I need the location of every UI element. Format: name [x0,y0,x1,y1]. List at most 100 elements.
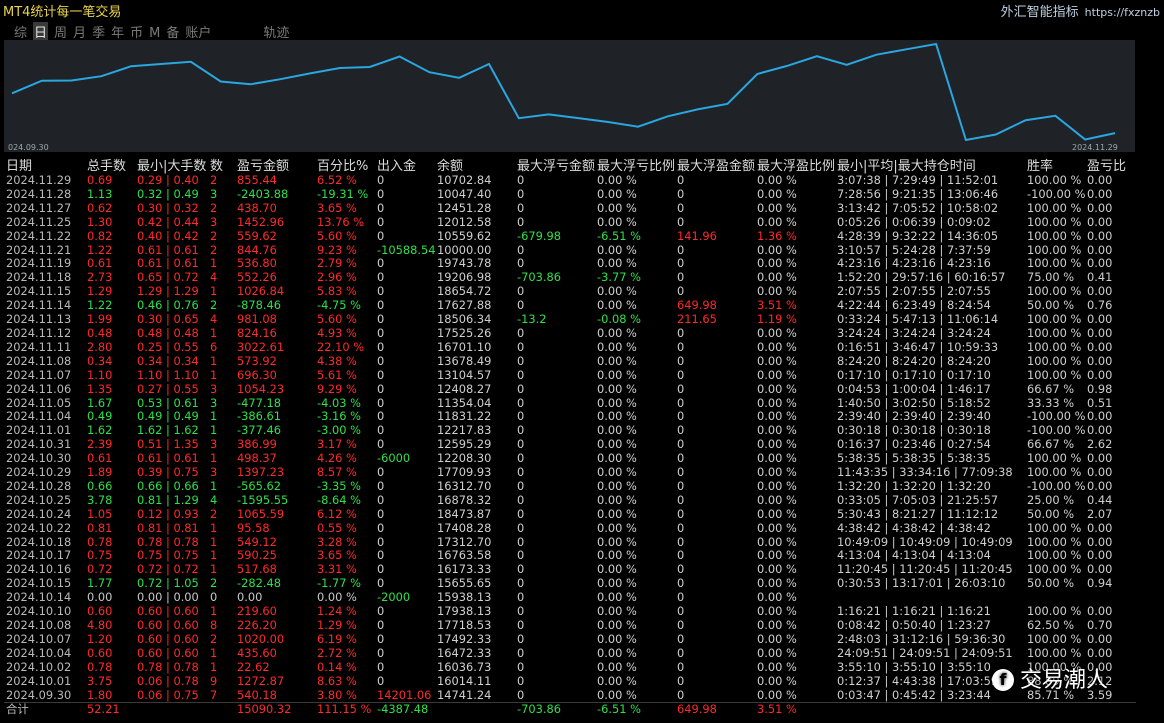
table-row[interactable]: 2024.10.28 0.66 0.66 | 0.66 1 -565.62 -3.35 %… [4,480,1136,494]
brand-label[interactable]: 外汇智能指标 https://fxznzb [1001,1,1160,20]
table-row[interactable]: 2024.10.14 0.00 0.00 | 0.00 0 0.00 0.00 % -200… [4,591,1136,605]
table-row[interactable]: 2024.11.01 1.62 1.62 | 1.62 1 -377.46 -3.00 %… [4,424,1136,438]
cell-n: 4 [210,271,218,285]
table-row[interactable]: 2024.10.10 0.60 0.60 | 0.60 1 219.60 1.24 % 0 1… [4,605,1136,619]
column-header-8[interactable]: 最大浮亏金额 [515,155,595,174]
cell-flow: 0 [377,605,385,619]
table-row[interactable]: 2024.10.24 1.05 0.12 | 0.93 2 1065.59 6.12 % 0… [4,508,1136,522]
column-header-12[interactable]: 最小|平均|最大持仓时间 [835,155,1025,174]
menu-item-9[interactable]: 账户 [185,22,211,41]
cell-flow: 0 [377,340,385,354]
table-row[interactable]: 2024.11.06 1.35 0.27 | 0.55 3 1054.23 9.29 % 0… [4,383,1136,397]
table-row[interactable]: 2024.11.28 1.13 0.32 | 0.49 3 -2403.88 -19.31… [4,188,1136,202]
table-row[interactable]: 2024.11.21 1.22 0.61 | 0.61 2 844.76 9.23 % -1… [4,244,1136,258]
table-row[interactable]: 2024.09.30 1.80 0.06 | 0.75 7 540.18 3.80 % 14… [4,689,1136,703]
cell-bal: 18506.34 [437,313,492,327]
column-header-5[interactable]: 百分比% [315,155,375,174]
column-header-2[interactable]: 最小|大手数 [135,155,208,174]
table-row[interactable]: 2024.10.17 0.75 0.75 | 0.75 1 590.25 3.65 % 0 1… [4,549,1136,563]
table-row[interactable]: 2024.10.25 3.78 0.81 | 1.29 4 -1595.55 -8.64 … [4,494,1136,508]
table-row[interactable]: 2024.10.04 0.60 0.60 | 0.60 1 435.60 2.72 % 0 1… [4,647,1136,661]
table-row[interactable]: 2024.11.25 1.30 0.42 | 0.44 3 1452.96 13.76 %… [4,216,1136,230]
column-header-0[interactable]: 日期 [4,155,85,174]
cell-rr: 0.00 [1087,340,1113,354]
table-header: 日期 总手数 最小|大手数数盈亏金额 百分比% 出入金 余额 最大浮亏金额 最大浮亏比例 最大浮… [4,155,1136,174]
table-row[interactable]: 2024.11.08 0.34 0.34 | 0.34 1 573.92 4.38 % 0 1… [4,355,1136,369]
cell-pct: 4.93 % [317,326,357,340]
cell-rr: 2.07 [1087,507,1113,521]
menu-item-3[interactable]: 月 [73,22,86,41]
cell-lots: 1.67 [87,396,113,410]
table-row[interactable]: 2024.11.14 1.22 0.46 | 0.76 2 -878.46 -4.75 %… [4,299,1136,313]
table-row[interactable]: 2024.11.19 0.61 0.61 | 0.61 1 536.80 2.79 % 0 1… [4,257,1136,271]
cell-pl: 559.62 [237,229,277,243]
table-row[interactable]: 2024.11.29 0.69 0.29 | 0.40 2 855.44 6.52 % 0 1… [4,174,1136,188]
column-header-1[interactable]: 总手数 [85,155,135,174]
cell-mflp: 0.00 % [597,243,637,257]
cell-time: 2:48:03 | 31:12:16 | 59:36:30 [837,632,1006,646]
cell-lots: 0.78 [87,535,113,549]
menu-item-7[interactable]: M [149,26,160,41]
column-header-10[interactable]: 最大浮盈金额 [675,155,755,174]
table-row[interactable]: 2024.11.27 0.62 0.30 | 0.32 2 438.70 3.65 % 0 1… [4,202,1136,216]
table-row[interactable]: 2024.10.08 4.80 0.60 | 0.60 8 226.20 1.29 % 0 1… [4,619,1136,633]
column-header-6[interactable]: 出入金 [375,155,435,174]
table-row[interactable]: 2024.10.15 1.77 0.72 | 1.05 2 -282.48 -1.77 %… [4,577,1136,591]
cell-mfl: -13.2 [517,313,547,327]
cell-pct: 0.00 % [317,591,357,605]
cell-bal: 14741.24 [437,688,492,702]
cell-lots: 1.10 [87,368,113,382]
table-row[interactable]: 2024.10.18 0.78 0.78 | 0.78 1 549.12 3.28 % 0 1… [4,536,1136,550]
cell-rr: 0.00 [1087,313,1113,327]
cell-win: 100.00 % [1027,243,1082,257]
brand-url[interactable]: https://fxznzb [1085,6,1160,19]
table-row[interactable]: 2024.10.30 0.61 0.61 | 0.61 1 498.37 4.26 % -6… [4,452,1136,466]
table-row[interactable]: 2024.11.12 0.48 0.48 | 0.48 1 824.16 4.93 % 0 1… [4,327,1136,341]
cell-minmax: 0.30 | 0.65 [137,313,199,327]
menu-item-10[interactable]: 轨迹 [263,22,289,41]
menu-item-8[interactable]: 备 [166,22,179,41]
column-header-11[interactable]: 最大浮盈比例 [755,155,835,174]
column-header-7[interactable]: 余额 [435,155,515,174]
menu-item-2[interactable]: 周 [54,22,67,41]
column-header-14[interactable]: 盈亏比 [1085,155,1136,174]
cell-win: 100.00 % [1027,646,1082,660]
table-row[interactable]: 2024.11.15 1.29 1.29 | 1.29 1 1026.84 5.83 % 0… [4,285,1136,299]
column-header-3[interactable]: 数 [208,155,235,174]
table-row[interactable]: 2024.10.29 1.89 0.39 | 0.75 3 1397.23 8.57 % 0… [4,466,1136,480]
table-row[interactable]: 2024.11.04 0.49 0.49 | 0.49 1 -386.61 -3.16 %… [4,410,1136,424]
menu-item-6[interactable]: 币 [130,22,143,41]
menu-item-5[interactable]: 年 [111,22,124,41]
cell-mfp: 0 [677,688,685,702]
column-header-13[interactable]: 胜率 [1025,155,1085,174]
column-header-9[interactable]: 最大浮亏比例 [595,155,675,174]
table-row[interactable]: 2024.11.18 2.73 0.65 | 0.72 4 552.26 2.96 % 0 1… [4,271,1136,285]
cell-win: 100.00 % [1027,354,1082,368]
table-row[interactable]: 2024.11.07 1.10 1.10 | 1.10 1 696.30 5.61 % 0 1… [4,369,1136,383]
table-row[interactable]: 2024.10.31 2.39 0.51 | 1.35 3 386.99 3.17 % 0 1… [4,438,1136,452]
table-row[interactable]: 2024.10.02 0.78 0.78 | 0.78 1 22.62 0.14 % 0 16… [4,661,1136,675]
cell-minmax: 0.06 | 0.78 [137,674,199,688]
table-row[interactable]: 2024.11.22 0.82 0.40 | 0.42 2 559.62 5.60 % 0 1… [4,230,1136,244]
table-row[interactable]: 2024.11.13 1.99 0.30 | 0.65 4 981.08 5.60 % 0 1… [4,313,1136,327]
menu-item-1[interactable]: 日 [33,22,49,41]
cell-time: 24:09:51 | 24:09:51 | 24:09:51 [837,646,1013,660]
cell-pl: -386.61 [237,410,281,424]
cell-minmax: 0.61 | 0.61 [137,243,199,257]
cell-date: 2024.10.29 [6,466,72,480]
cell-minmax: 1.10 | 1.10 [137,368,199,382]
table-row[interactable]: 2024.10.01 3.75 0.06 | 0.78 9 1272.87 8.63 % 0… [4,675,1136,689]
cell-lots: 0.82 [87,229,113,243]
table-row[interactable]: 2024.10.22 0.81 0.81 | 0.81 1 95.58 0.55 % 0 17… [4,522,1136,536]
cell-rr: 0.00 [1087,243,1113,257]
table-row[interactable]: 2024.10.07 1.20 0.60 | 0.60 2 1020.00 6.19 % 0… [4,633,1136,647]
column-header-4[interactable]: 盈亏金额 [235,155,315,174]
cell-mfpp: 0.00 % [757,507,797,521]
table-row[interactable]: 2024.11.05 1.67 0.53 | 0.61 3 -477.18 -4.03 %… [4,397,1136,411]
cell-flow: 0 [377,479,385,493]
table-row[interactable]: 2024.11.11 2.80 0.25 | 0.55 6 3022.61 22.10 %… [4,341,1136,355]
daily-stats-table: 日期 总手数 最小|大手数数盈亏金额 百分比% 出入金 余额 最大浮亏金额 最大浮亏比例 最大浮… [4,155,1136,718]
menu-item-0[interactable]: 综 [14,22,27,41]
menu-item-4[interactable]: 季 [92,22,105,41]
table-row[interactable]: 2024.10.16 0.72 0.72 | 0.72 1 517.68 3.31 % 0 1… [4,563,1136,577]
